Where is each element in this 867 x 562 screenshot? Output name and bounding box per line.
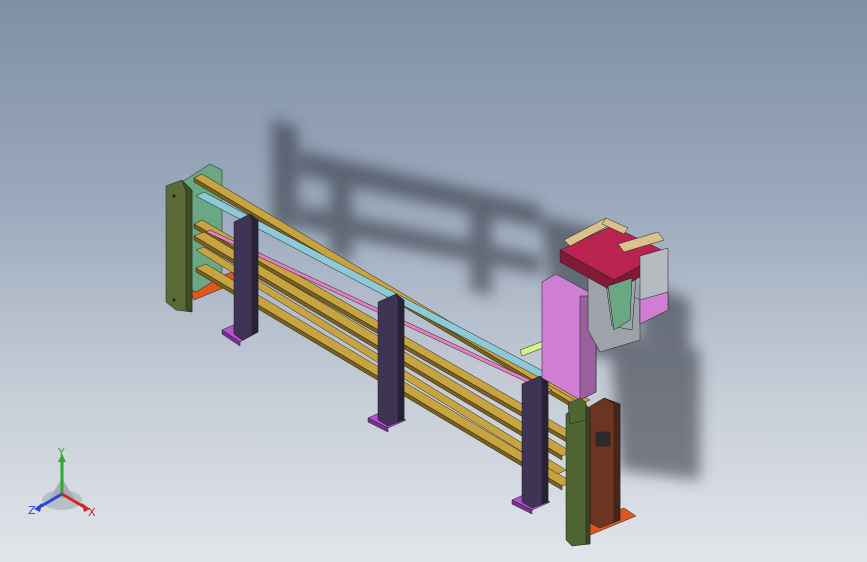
assembly-model[interactable]: [0, 0, 867, 562]
support-leg-2[interactable]: [367, 293, 407, 433]
motor-box: [595, 431, 611, 447]
x-axis-label: X: [88, 506, 96, 519]
cad-graphics-viewport[interactable]: Y X Z: [0, 0, 867, 562]
z-axis-label: Z: [28, 504, 36, 517]
orientation-triad[interactable]: Y X Z: [22, 448, 106, 532]
y-axis-label: Y: [57, 448, 65, 459]
